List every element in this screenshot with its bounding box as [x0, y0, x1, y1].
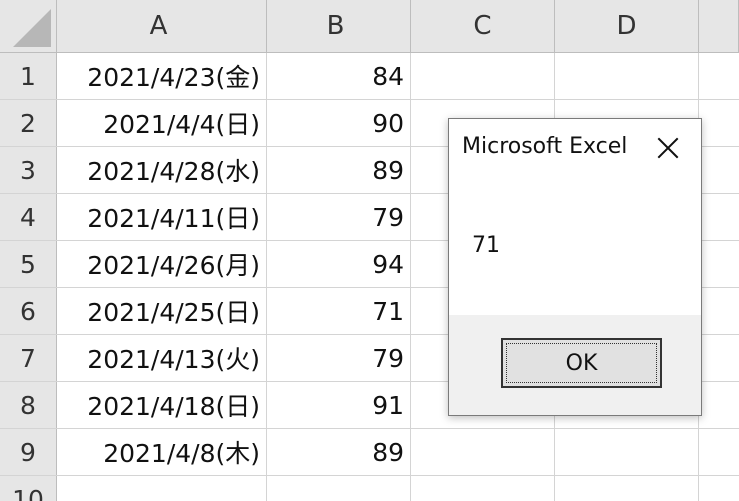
message-text: 71 — [472, 233, 500, 258]
select-all-triangle-icon — [13, 9, 51, 47]
cell-a[interactable]: 2021/4/4(日) — [57, 100, 267, 146]
cell-b[interactable]: 71 — [267, 288, 411, 334]
column-header-a[interactable]: A — [57, 0, 267, 52]
cell-d[interactable] — [555, 53, 699, 99]
column-header-b[interactable]: B — [267, 0, 411, 52]
select-all-corner[interactable] — [0, 0, 57, 52]
cell-a[interactable] — [57, 476, 267, 501]
cell-e[interactable] — [699, 147, 739, 193]
worksheet-row: 10 — [0, 476, 739, 501]
cell-a[interactable]: 2021/4/28(水) — [57, 147, 267, 193]
cell-b[interactable]: 79 — [267, 335, 411, 381]
cell-e[interactable] — [699, 288, 739, 334]
message-box-title: Microsoft Excel — [462, 134, 628, 159]
excel-worksheet: A B C D 1 2021/4/23(金) 84 2 2021/4/4(日) 90 3 20… — [0, 0, 739, 501]
cell-e[interactable] — [699, 53, 739, 99]
row-header[interactable]: 8 — [0, 382, 57, 428]
cell-e[interactable] — [699, 100, 739, 146]
cell-c[interactable] — [411, 53, 555, 99]
cell-e[interactable] — [699, 476, 739, 501]
cell-b[interactable]: 94 — [267, 241, 411, 287]
row-header[interactable]: 10 — [0, 476, 57, 501]
cell-a[interactable]: 2021/4/26(月) — [57, 241, 267, 287]
ok-button-label: OK — [565, 350, 598, 376]
cell-e[interactable] — [699, 382, 739, 428]
cell-a[interactable]: 2021/4/8(木) — [57, 429, 267, 475]
cell-b[interactable]: 91 — [267, 382, 411, 428]
cell-e[interactable] — [699, 429, 739, 475]
close-icon — [657, 137, 679, 159]
cell-a[interactable]: 2021/4/23(金) — [57, 53, 267, 99]
cell-a[interactable]: 2021/4/18(日) — [57, 382, 267, 428]
row-header[interactable]: 9 — [0, 429, 57, 475]
cell-a[interactable]: 2021/4/25(日) — [57, 288, 267, 334]
cell-a[interactable]: 2021/4/13(火) — [57, 335, 267, 381]
column-header-e-partial[interactable] — [699, 0, 739, 52]
cell-e[interactable] — [699, 335, 739, 381]
cell-b[interactable]: 90 — [267, 100, 411, 146]
cell-a[interactable]: 2021/4/11(日) — [57, 194, 267, 240]
row-header[interactable]: 5 — [0, 241, 57, 287]
cell-b[interactable]: 79 — [267, 194, 411, 240]
cell-c[interactable] — [411, 476, 555, 501]
cell-b[interactable]: 89 — [267, 147, 411, 193]
column-header-c[interactable]: C — [411, 0, 555, 52]
row-header[interactable]: 1 — [0, 53, 57, 99]
cell-e[interactable] — [699, 241, 739, 287]
cell-c[interactable] — [411, 429, 555, 475]
close-button[interactable] — [654, 134, 682, 162]
worksheet-row: 9 2021/4/8(木) 89 — [0, 429, 739, 476]
message-box: Microsoft Excel 71 OK — [448, 118, 702, 416]
cell-e[interactable] — [699, 194, 739, 240]
row-header[interactable]: 2 — [0, 100, 57, 146]
message-box-footer: OK — [449, 315, 701, 415]
column-header-row: A B C D — [0, 0, 739, 53]
cell-d[interactable] — [555, 476, 699, 501]
ok-button[interactable]: OK — [501, 338, 662, 388]
cell-d[interactable] — [555, 429, 699, 475]
column-header-d[interactable]: D — [555, 0, 699, 52]
cell-b[interactable]: 89 — [267, 429, 411, 475]
row-header[interactable]: 4 — [0, 194, 57, 240]
row-header[interactable]: 6 — [0, 288, 57, 334]
cell-b[interactable] — [267, 476, 411, 501]
row-header[interactable]: 3 — [0, 147, 57, 193]
worksheet-row: 1 2021/4/23(金) 84 — [0, 53, 739, 100]
row-header[interactable]: 7 — [0, 335, 57, 381]
cell-b[interactable]: 84 — [267, 53, 411, 99]
